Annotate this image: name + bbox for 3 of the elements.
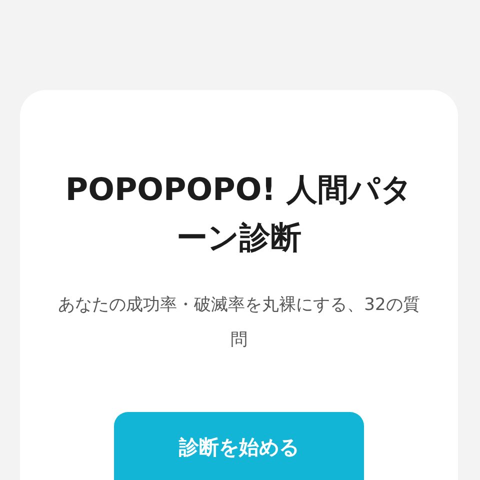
page-title: POPOPOPO! 人間パターン診断 — [64, 171, 414, 258]
subtitle-text: あなたの成功率・破滅率を丸裸にする、32の質問 — [57, 294, 421, 352]
start-button[interactable]: 診断を始める — [114, 412, 364, 480]
